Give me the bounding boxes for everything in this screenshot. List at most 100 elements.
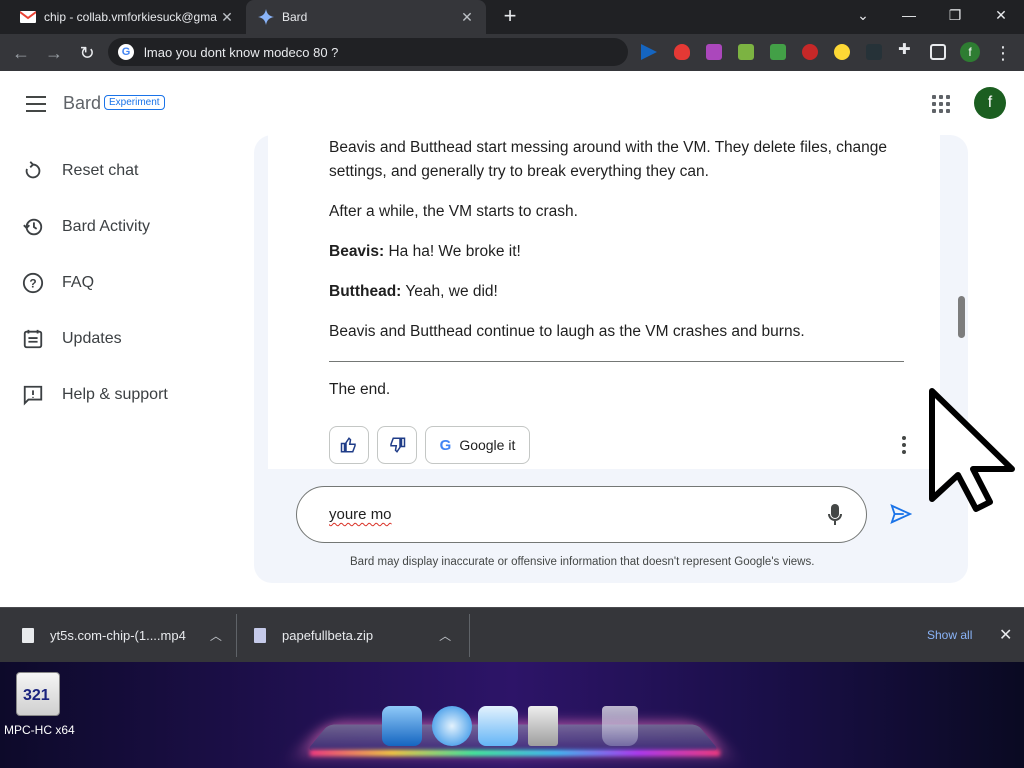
mpc-icon-text: 321 — [23, 687, 50, 704]
sidebar-label: Reset chat — [62, 162, 139, 179]
thumbs-up-button[interactable] — [329, 426, 369, 464]
divider — [236, 614, 237, 657]
response-paragraph: Beavis and Butthead start messing around… — [329, 139, 888, 180]
google-apps-icon[interactable] — [932, 95, 950, 113]
dock-safari-icon[interactable] — [432, 706, 472, 746]
microphone-icon[interactable] — [828, 503, 842, 527]
sidebar-label: FAQ — [62, 274, 95, 291]
download-filename: papefullbeta.zip — [282, 628, 374, 643]
close-window-button[interactable]: ✕ — [978, 0, 1024, 30]
dialogue-text: Ha ha! We broke it! — [384, 243, 521, 260]
dock-glow — [310, 750, 720, 756]
sidebar-label: Updates — [62, 330, 122, 347]
response-dialogue-line: Butthead: Yeah, we did! — [329, 280, 919, 304]
address-input[interactable] — [144, 44, 584, 60]
mouse-cursor-icon — [929, 388, 1015, 512]
send-icon[interactable] — [890, 503, 912, 525]
dock-mail-icon[interactable] — [478, 706, 518, 746]
tab-search-icon[interactable]: ⌄ — [840, 0, 886, 30]
response-paragraph: Beavis and Butthead continue to laugh as… — [329, 323, 805, 340]
response-paragraph: After a while, the VM starts to crash. — [329, 203, 578, 220]
close-tab-icon[interactable]: ✕ — [458, 8, 476, 26]
extension-record-icon[interactable] — [802, 44, 818, 60]
desktop-icon-label: MPC-HC x64 — [4, 723, 75, 737]
tab-strip: chip - collab.vmforkiesuck@gma ✕ Bard ✕ … — [0, 0, 1024, 34]
omnibox[interactable]: G — [108, 38, 628, 66]
reload-icon[interactable]: ↻ — [74, 40, 100, 66]
svg-text:?: ? — [29, 277, 36, 291]
back-icon[interactable]: ← — [8, 40, 34, 66]
google-g-icon: G — [439, 436, 452, 454]
thumbs-down-icon — [390, 437, 406, 453]
feedback-icon — [23, 385, 43, 406]
extension-code-icon[interactable] — [866, 44, 882, 60]
prompt-text[interactable]: youre mo — [329, 506, 392, 523]
desktop: 321 MPC-HC x64 — [0, 662, 1024, 768]
forward-icon[interactable]: → — [41, 40, 67, 66]
dialogue-text: Yeah, we did! — [401, 283, 498, 300]
sidebar-item-updates[interactable]: Updates — [22, 323, 122, 355]
video-file-icon — [22, 628, 34, 643]
profile-avatar[interactable]: f — [960, 42, 980, 62]
download-item[interactable]: yt5s.com-chip-(1....mp4 ︿ — [22, 608, 222, 663]
bard-sparkle-icon — [258, 9, 274, 25]
prompt-input[interactable]: youre mo — [296, 486, 867, 543]
sidebar-item-bard-activity[interactable]: Bard Activity — [22, 211, 150, 243]
divider — [469, 614, 470, 657]
download-filename: yt5s.com-chip-(1....mp4 — [50, 628, 186, 643]
updates-icon — [23, 329, 43, 349]
close-tab-icon[interactable]: ✕ — [218, 8, 236, 26]
hamburger-menu-icon[interactable] — [26, 96, 46, 112]
response-dialogue-line: Beavis: Ha ha! We broke it! — [329, 240, 919, 264]
bard-page: Bard Experiment f Reset chat Bard Activi… — [0, 71, 1024, 607]
minimize-button[interactable]: — — [886, 0, 932, 30]
tab-bard[interactable]: Bard ✕ — [246, 0, 486, 34]
tab-gmail[interactable]: chip - collab.vmforkiesuck@gma ✕ — [8, 0, 246, 34]
experiment-badge: Experiment — [104, 95, 165, 110]
history-icon — [23, 218, 43, 236]
mpc-hc-app-icon[interactable]: 321 — [16, 672, 60, 716]
speaker: Butthead: — [329, 283, 402, 300]
sidebar-item-faq[interactable]: ? FAQ — [22, 267, 94, 299]
extension-minion-icon[interactable] — [834, 44, 850, 60]
reset-icon — [25, 161, 41, 179]
new-tab-button[interactable]: + — [498, 5, 522, 29]
sidebar-item-help-support[interactable]: Help & support — [22, 379, 168, 411]
google-it-label: Google it — [459, 437, 516, 453]
restore-button[interactable]: ❐ — [932, 0, 978, 30]
close-icon[interactable]: ✕ — [999, 625, 1012, 645]
browser-toolbar: ← → ↻ G ✚ f ⋮ — [0, 34, 1024, 71]
extension-shield-icon[interactable] — [674, 44, 690, 60]
gmail-icon — [20, 11, 36, 23]
extension-sheet-icon[interactable] — [738, 44, 754, 60]
tab-title: chip - collab.vmforkiesuck@gma — [44, 10, 217, 24]
disclaimer-text: Bard may display inaccurate or offensive… — [350, 556, 815, 568]
download-shelf: yt5s.com-chip-(1....mp4 ︿ papefullbeta.z… — [0, 607, 1024, 662]
zip-file-icon — [254, 628, 266, 643]
sidebar-label: Help & support — [62, 386, 168, 403]
show-all-link[interactable]: Show all — [927, 628, 972, 642]
extension-play-icon[interactable] — [641, 44, 657, 60]
dock-trash-icon[interactable] — [602, 706, 638, 746]
side-panel-icon[interactable] — [930, 44, 946, 60]
chevron-up-icon[interactable]: ︿ — [210, 627, 222, 644]
extensions-puzzle-icon[interactable]: ✚ — [898, 40, 914, 58]
menu-kebab-icon[interactable]: ⋮ — [990, 40, 1016, 66]
divider — [329, 361, 904, 362]
dock-pen-icon[interactable] — [528, 706, 558, 746]
sidebar-label: Bard Activity — [62, 218, 151, 235]
speaker: Beavis: — [329, 243, 385, 260]
download-item[interactable]: papefullbeta.zip ︿ — [254, 608, 451, 663]
extension-image-icon[interactable] — [770, 44, 786, 60]
scrollbar-thumb[interactable] — [958, 296, 965, 338]
account-avatar[interactable]: f — [974, 87, 1006, 119]
chevron-up-icon[interactable]: ︿ — [439, 627, 451, 644]
more-options-icon[interactable] — [896, 433, 912, 457]
help-circle-icon: ? — [22, 272, 44, 294]
response-paragraph: The end. — [329, 381, 391, 398]
google-it-button[interactable]: G Google it — [425, 426, 530, 464]
extension-face-icon[interactable] — [706, 44, 722, 60]
thumbs-down-button[interactable] — [377, 426, 417, 464]
sidebar-item-reset-chat[interactable]: Reset chat — [22, 155, 138, 187]
dock-preview-icon[interactable] — [382, 706, 422, 746]
